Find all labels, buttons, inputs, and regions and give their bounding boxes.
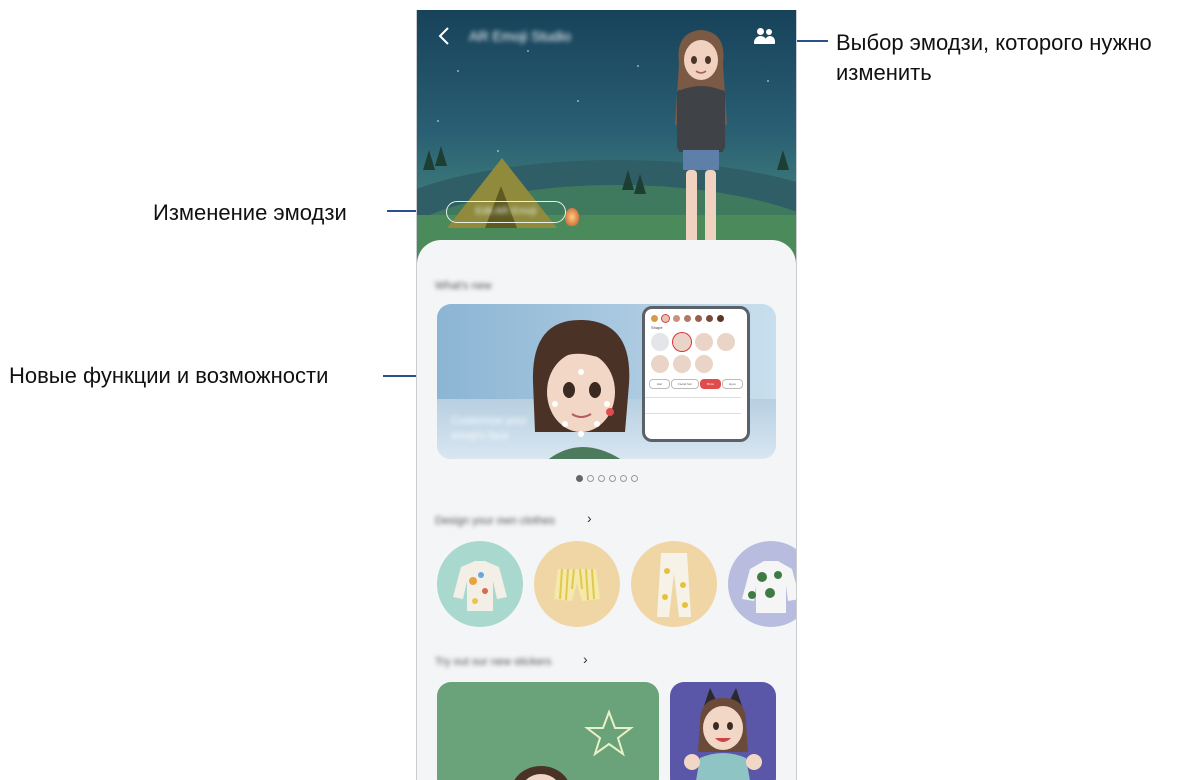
carousel-pager (417, 469, 796, 487)
clothing-item-longsleeve[interactable] (437, 541, 523, 627)
mockup-chip: Hair (649, 379, 670, 389)
whats-new-card[interactable]: Customize your emoji's face Shape Hair F… (437, 304, 776, 459)
pager-dot[interactable] (608, 475, 616, 482)
avatar-figure (665, 30, 737, 267)
tree-icon (622, 170, 634, 190)
design-heading[interactable]: Design your own clothes (435, 515, 555, 527)
pager-dot[interactable] (619, 475, 627, 482)
tree-icon (435, 146, 447, 166)
callout-edit-emoji: Изменение эмодзи (153, 200, 347, 225)
campfire-icon (565, 208, 579, 226)
phone-screen: AR Emoji Studio Edit AR Emoji What's new… (416, 10, 797, 780)
chevron-right-icon[interactable]: › (587, 510, 592, 526)
mockup-chip: Facial hair (671, 379, 699, 389)
mockup-chip: Brow (700, 379, 721, 389)
sticker-card-star[interactable] (437, 682, 659, 780)
clothing-item-pants[interactable] (631, 541, 717, 627)
callout-switch-emoji: Выбор эмодзи, которого нужно изменить (836, 30, 1152, 85)
emoji-face-illustration (532, 319, 630, 459)
phone-mockup: Shape Hair Facial hair Brow Eyes (642, 306, 750, 442)
stickers-heading[interactable]: Try out our new stickers (435, 656, 551, 668)
pager-dot[interactable] (575, 475, 583, 482)
card-caption: Customize your emoji's face (451, 415, 528, 442)
pager-dot[interactable] (630, 475, 638, 482)
chevron-left-icon (438, 27, 449, 45)
pager-dot[interactable] (597, 475, 605, 482)
mockup-chip: Eyes (722, 379, 743, 389)
edit-emoji-button[interactable]: Edit AR Emoji (446, 201, 566, 223)
mockup-label: Shape (651, 325, 663, 330)
tree-icon (634, 174, 646, 194)
back-button[interactable] (433, 24, 457, 48)
whats-new-heading: What's new (435, 280, 492, 292)
clothing-item-shorts[interactable] (534, 541, 620, 627)
sticker-card-cat-ears[interactable] (670, 682, 776, 780)
leader-whats-new (383, 375, 420, 377)
tree-icon (777, 150, 789, 170)
callout-whats-new: Новые функции и возможности (9, 363, 329, 388)
app-title: AR Emoji Studio (469, 28, 571, 44)
switch-emoji-button[interactable] (753, 26, 777, 48)
chevron-right-icon[interactable]: › (583, 651, 588, 667)
tree-icon (423, 150, 435, 170)
pager-dot[interactable] (586, 475, 594, 482)
